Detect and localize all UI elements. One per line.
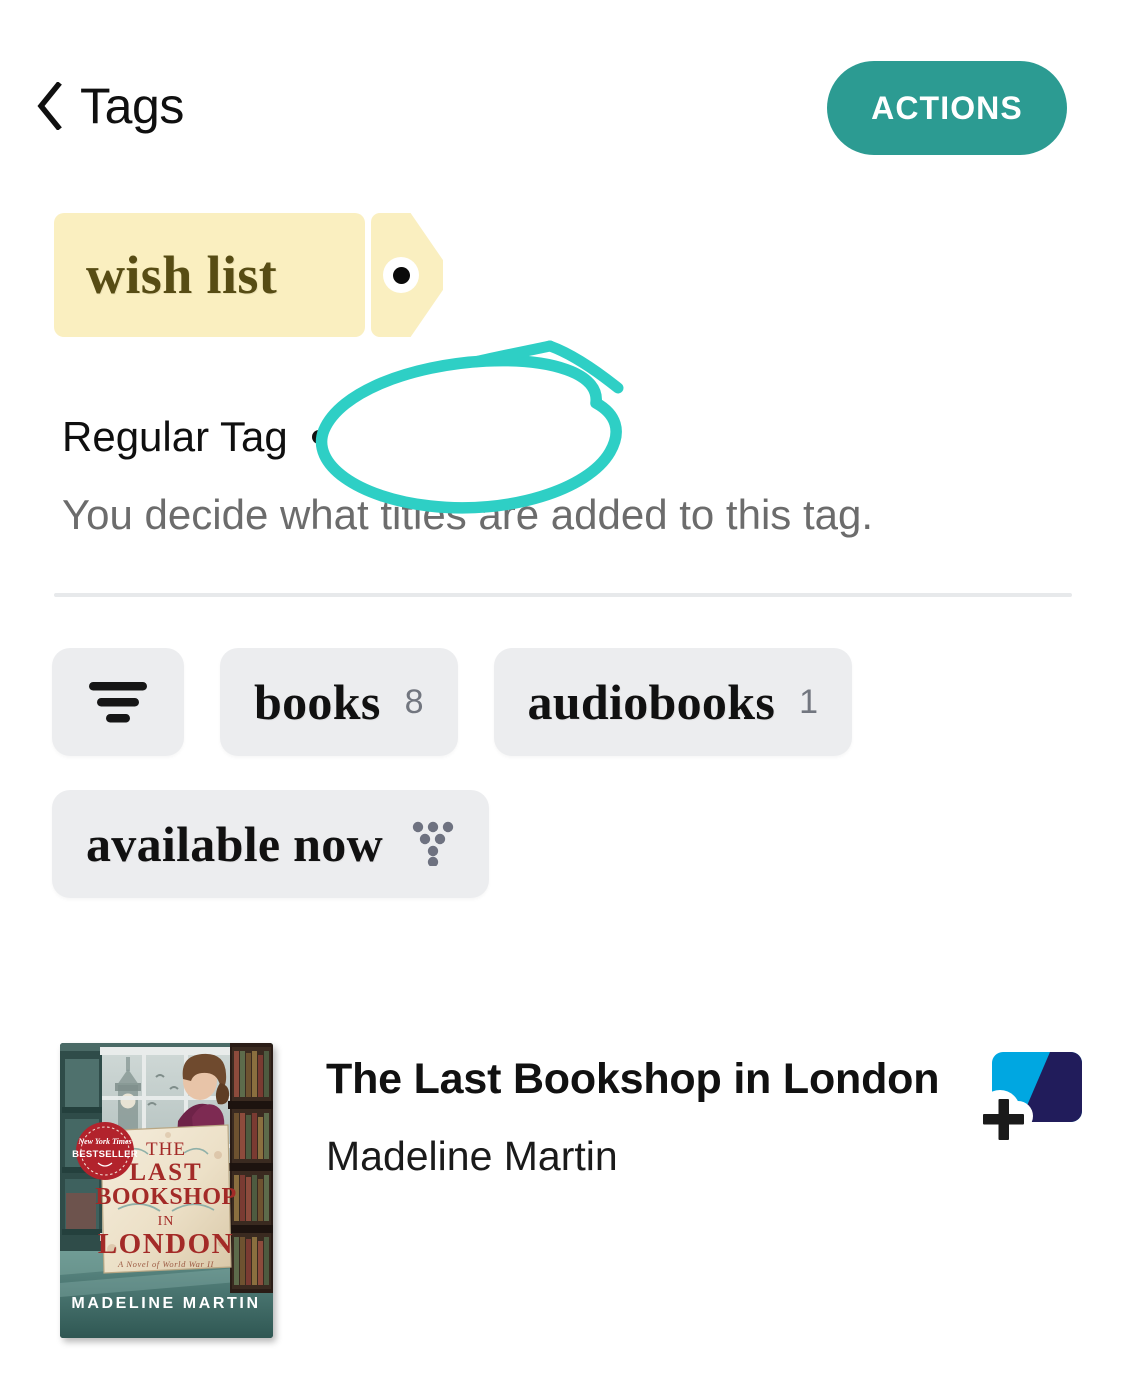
section-divider [54,593,1072,597]
svg-text:New York Times: New York Times [77,1137,131,1146]
book-list-item: THE LAST BOOKSHOP IN LONDON A Novel of W… [54,1040,1082,1340]
filter-chip-label: audiobooks [527,674,776,730]
chevron-left-icon [36,82,62,130]
filter-chip-label: available now [86,816,383,872]
tag-hole-icon [383,257,419,293]
add-to-tag-icon [972,1044,1102,1164]
book-title: The Last Bookshop in London [326,1055,940,1103]
tag-chip-body: wish list [54,213,365,337]
tag-type-label: Regular Tag [62,413,288,460]
svg-text:MADELINE MARTIN: MADELINE MARTIN [71,1295,260,1312]
filter-chip-count: 8 [404,683,424,721]
filter-chip-label: books [254,674,381,730]
tag-chip[interactable]: wish list [54,213,443,337]
bullet-separator-icon [311,430,326,444]
svg-text:IN: IN [158,1214,175,1229]
page-title: Tags [80,78,185,134]
svg-text:LONDON: LONDON [98,1228,234,1260]
svg-text:THE: THE [146,1139,186,1160]
filter-chip-available-now[interactable]: available now [52,790,489,898]
svg-text:A Novel of World War II: A Novel of World War II [117,1259,214,1269]
change-tag-type-link[interactable]: Change [346,416,493,458]
svg-text:BOOKSHOP: BOOKSHOP [95,1184,236,1210]
add-to-tag-button[interactable] [972,1044,1102,1164]
tag-type-description: You decide what titles are added to this… [62,491,874,538]
screen-header: Tags ACTIONS [0,54,1125,164]
filter-chip-books[interactable]: books 8 [220,648,458,756]
actions-button[interactable]: ACTIONS [827,61,1067,155]
tags-detail-screen: Tags ACTIONS wish list Regular Tag Chang… [0,0,1125,1398]
svg-text:BESTSELLER: BESTSELLER [72,1149,138,1160]
filter-sort-button[interactable] [52,648,184,756]
svg-text:LAST: LAST [129,1159,202,1186]
book-cover[interactable]: THE LAST BOOKSHOP IN LONDON A Novel of W… [60,1043,273,1338]
filter-chip-count: 1 [799,683,819,721]
filter-lines-icon [87,679,149,725]
filter-chip-audiobooks[interactable]: audiobooks 1 [493,648,853,756]
dotted-funnel-icon [411,820,455,869]
back-to-tags-button[interactable]: Tags [36,54,184,158]
book-info[interactable]: The Last Bookshop in London Madeline Mar… [326,1050,946,1183]
tag-chip-point [371,213,443,337]
tag-type-row: Regular Tag Change [62,408,493,466]
book-author: Madeline Martin [326,1133,618,1180]
filter-chip-row: books 8 audiobooks 1 available now [52,648,1072,898]
tag-name: wish list [86,245,278,305]
